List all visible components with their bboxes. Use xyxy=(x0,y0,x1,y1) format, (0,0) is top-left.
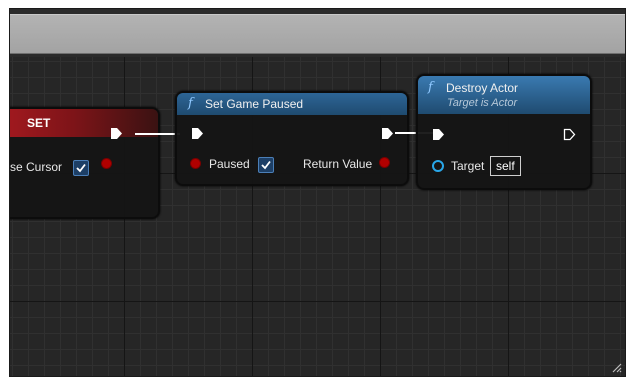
set-node-title: SET xyxy=(27,116,51,130)
destroy-actor-exec-in-pin[interactable] xyxy=(432,128,445,141)
checkmark-icon xyxy=(261,160,271,170)
blueprint-editor-frame: SET se Cursor f Set Game Paused Paused R… xyxy=(9,8,626,377)
destroy-actor-node[interactable]: f Destroy Actor Target is Actor Target s… xyxy=(416,74,592,190)
event-graph-canvas[interactable]: SET se Cursor f Set Game Paused Paused R… xyxy=(10,57,625,376)
set-param-label: se Cursor xyxy=(10,160,63,174)
paused-input-pin[interactable] xyxy=(191,159,200,168)
exec-wire-1 xyxy=(135,133,180,135)
set-game-paused-node[interactable]: f Set Game Paused Paused Return Value xyxy=(175,91,409,186)
return-value-label: Return Value xyxy=(303,157,373,171)
graph-toolbar xyxy=(10,14,625,54)
set-output-bool-pin[interactable] xyxy=(102,159,111,168)
paused-label: Paused xyxy=(209,157,250,171)
paused-checkbox[interactable] xyxy=(258,157,274,173)
set-game-paused-title: Set Game Paused xyxy=(205,97,304,111)
target-input-pin[interactable] xyxy=(432,160,444,172)
destroy-actor-subtitle: Target is Actor xyxy=(447,97,518,109)
function-icon: f xyxy=(188,96,193,111)
checkmark-icon xyxy=(76,163,86,173)
destroy-actor-exec-out-pin[interactable] xyxy=(563,128,576,141)
set-game-paused-exec-in-pin[interactable] xyxy=(191,127,204,140)
target-value-field[interactable]: self xyxy=(490,156,521,176)
target-label: Target xyxy=(451,159,485,173)
set-game-paused-exec-out-pin[interactable] xyxy=(381,127,394,140)
set-param-checkbox[interactable] xyxy=(73,160,89,176)
resize-grip-icon[interactable] xyxy=(612,363,622,373)
destroy-actor-header: f Destroy Actor Target is Actor xyxy=(418,76,590,114)
set-variable-node[interactable]: SET se Cursor xyxy=(10,107,160,219)
destroy-actor-title: Destroy Actor xyxy=(446,81,519,95)
set-game-paused-header: f Set Game Paused xyxy=(177,93,407,115)
function-icon: f xyxy=(428,80,433,95)
return-value-pin[interactable] xyxy=(380,158,389,167)
set-exec-out-pin[interactable] xyxy=(110,127,123,140)
